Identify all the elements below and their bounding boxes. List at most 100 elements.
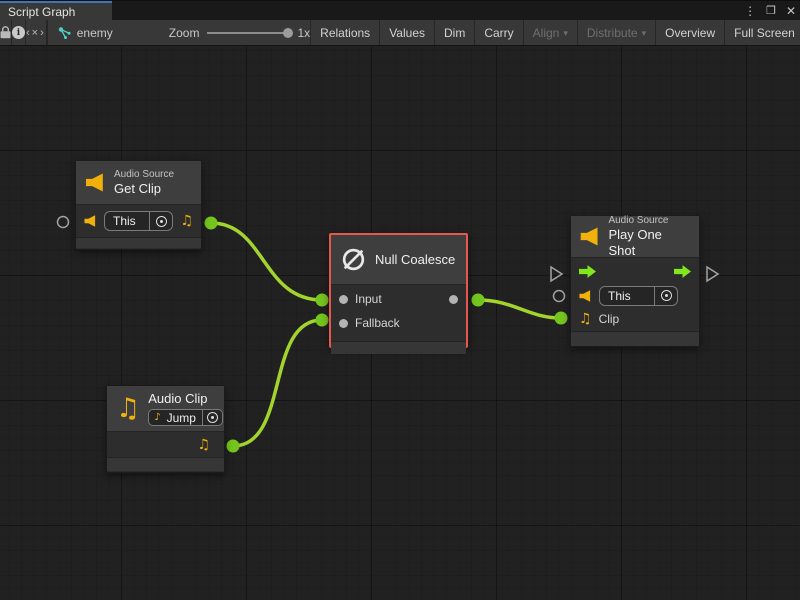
note-icon: ♪: [149, 412, 160, 423]
input-port-dot[interactable]: [339, 295, 348, 304]
zoom-label: Zoom: [169, 26, 200, 40]
port-audioclip-output[interactable]: [227, 440, 240, 453]
node-audio-clip-footer: [107, 457, 224, 471]
relations-button[interactable]: Relations: [311, 20, 380, 45]
fallback-port-label: Fallback: [355, 316, 400, 330]
port-clip-endpoint[interactable]: [555, 312, 568, 325]
tab-script-graph[interactable]: Script Graph: [0, 1, 112, 21]
code-preview-button[interactable]: ‹×›: [26, 20, 47, 45]
wire-result-to-clip[interactable]: [478, 300, 561, 318]
target-icon: [661, 290, 672, 301]
menu-icon[interactable]: ⋮: [744, 1, 756, 21]
this-field-value: This: [600, 289, 654, 303]
distribute-label: Distribute: [587, 26, 638, 40]
zoom-slider-handle[interactable]: [283, 28, 293, 38]
variable-field[interactable]: ♪ Jump: [148, 409, 223, 426]
clip-port-row: ♫ Clip: [571, 307, 699, 331]
align-label: Align: [533, 26, 560, 40]
port-input-endpoint[interactable]: [316, 294, 329, 307]
audio-source-icon: [580, 227, 600, 246]
values-button[interactable]: Values: [380, 20, 435, 45]
port-fallback-endpoint[interactable]: [316, 314, 329, 327]
audio-source-icon: [84, 215, 97, 227]
object-picker-button[interactable]: [655, 290, 677, 301]
fallback-port-dot[interactable]: [339, 319, 348, 328]
node-audio-clip[interactable]: ♫ Audio Clip ♪ Jump ♫: [106, 385, 225, 473]
wire-audioclip-to-fallback[interactable]: [233, 320, 322, 446]
zoom-slider[interactable]: [207, 32, 289, 34]
graph-icon: [58, 27, 71, 39]
input-port-label: Input: [355, 292, 382, 306]
dim-button[interactable]: Dim: [435, 20, 475, 45]
port-result-endpoint[interactable]: [472, 294, 485, 307]
node-title: Get Clip: [114, 181, 174, 197]
node-get-clip[interactable]: Audio Source Get Clip This ♫: [75, 160, 202, 250]
lock-button[interactable]: [0, 20, 12, 45]
dim-label: Dim: [444, 26, 465, 40]
audio-source-icon: [579, 290, 592, 302]
audio-clip-icon: ♫: [180, 214, 193, 228]
node-category: Audio Source: [114, 169, 174, 181]
this-field[interactable]: This: [599, 286, 678, 306]
flow-out-triangle[interactable]: [707, 267, 718, 281]
maximize-icon[interactable]: ❒: [766, 1, 776, 21]
node-null-coalesce-footer: [331, 341, 466, 354]
visual-scripting-window: Script Graph ⋮ ❒ ✕ i ‹×›: [0, 0, 800, 600]
node-get-clip-ports: This ♫: [76, 205, 201, 237]
target-icon: [156, 216, 167, 227]
titlebar: Script Graph ⋮ ❒ ✕: [0, 0, 800, 20]
flow-port-row: [571, 258, 699, 284]
node-play-one-shot[interactable]: Audio Source Play One Shot This: [570, 215, 700, 347]
flow-out-arrow-icon[interactable]: [674, 265, 691, 278]
zoom-value: 1x: [297, 26, 310, 40]
chevron-down-icon: ▾: [563, 28, 568, 39]
variable-name: Jump: [161, 411, 202, 425]
audio-source-icon: [85, 173, 106, 192]
node-title: Null Coalesce: [375, 252, 455, 268]
audio-clip-icon: ♫: [116, 395, 140, 422]
graph-canvas[interactable]: Audio Source Get Clip This ♫: [0, 46, 800, 600]
node-get-clip-footer: [76, 237, 201, 248]
close-icon[interactable]: ✕: [786, 1, 796, 21]
this-port-row: This: [571, 284, 699, 307]
full-screen-button[interactable]: Full Screen: [725, 20, 800, 45]
result-port-dot[interactable]: [449, 295, 458, 304]
flow-in-triangle[interactable]: [551, 267, 562, 281]
input-port-row: Input: [331, 287, 466, 311]
audio-clip-icon: ♫: [197, 438, 210, 452]
inspect-button[interactable]: i: [12, 20, 26, 45]
node-title: Audio Clip: [148, 391, 223, 407]
this-field[interactable]: This: [104, 211, 173, 231]
info-icon: i: [12, 26, 25, 39]
graph-reference[interactable]: enemy: [48, 20, 113, 45]
code-icon: ‹×›: [26, 27, 46, 39]
node-category: Audio Source: [608, 215, 690, 227]
overview-button[interactable]: Overview: [656, 20, 725, 45]
carry-button[interactable]: Carry: [475, 20, 523, 45]
node-get-clip-header: Audio Source Get Clip: [76, 161, 201, 205]
graph-name: enemy: [77, 26, 113, 40]
audio-clip-icon: ♫: [579, 312, 592, 326]
node-play-one-shot-footer: [571, 331, 699, 346]
window-controls: ⋮ ❒ ✕: [744, 1, 796, 21]
object-picker-button[interactable]: [203, 412, 222, 423]
node-audio-clip-header: ♫ Audio Clip ♪ Jump: [107, 386, 224, 432]
clip-port-label: Clip: [599, 312, 620, 326]
object-picker-button[interactable]: [150, 216, 172, 227]
target-icon: [207, 412, 218, 423]
distribute-dropdown[interactable]: Distribute ▾: [578, 20, 656, 45]
align-dropdown[interactable]: Align ▾: [524, 20, 578, 45]
zoom-control: Zoom 1x: [113, 20, 311, 45]
port-getclip-this[interactable]: [58, 217, 69, 228]
relations-label: Relations: [320, 26, 370, 40]
tab-title: Script Graph: [8, 5, 75, 19]
graph-toolbar: i ‹×› enemy Zoom 1x Relations Values: [0, 20, 800, 46]
chevron-down-icon: ▾: [642, 28, 647, 39]
fallback-port-row: Fallback: [331, 311, 466, 335]
port-playoneshot-this[interactable]: [554, 291, 565, 302]
node-null-coalesce-header: Null Coalesce: [331, 235, 466, 285]
node-null-coalesce[interactable]: Null Coalesce Input Fallback: [329, 233, 468, 348]
port-getclip-output[interactable]: [205, 217, 218, 230]
wire-getclip-to-input[interactable]: [211, 223, 322, 300]
flow-in-arrow-icon[interactable]: [579, 265, 596, 278]
